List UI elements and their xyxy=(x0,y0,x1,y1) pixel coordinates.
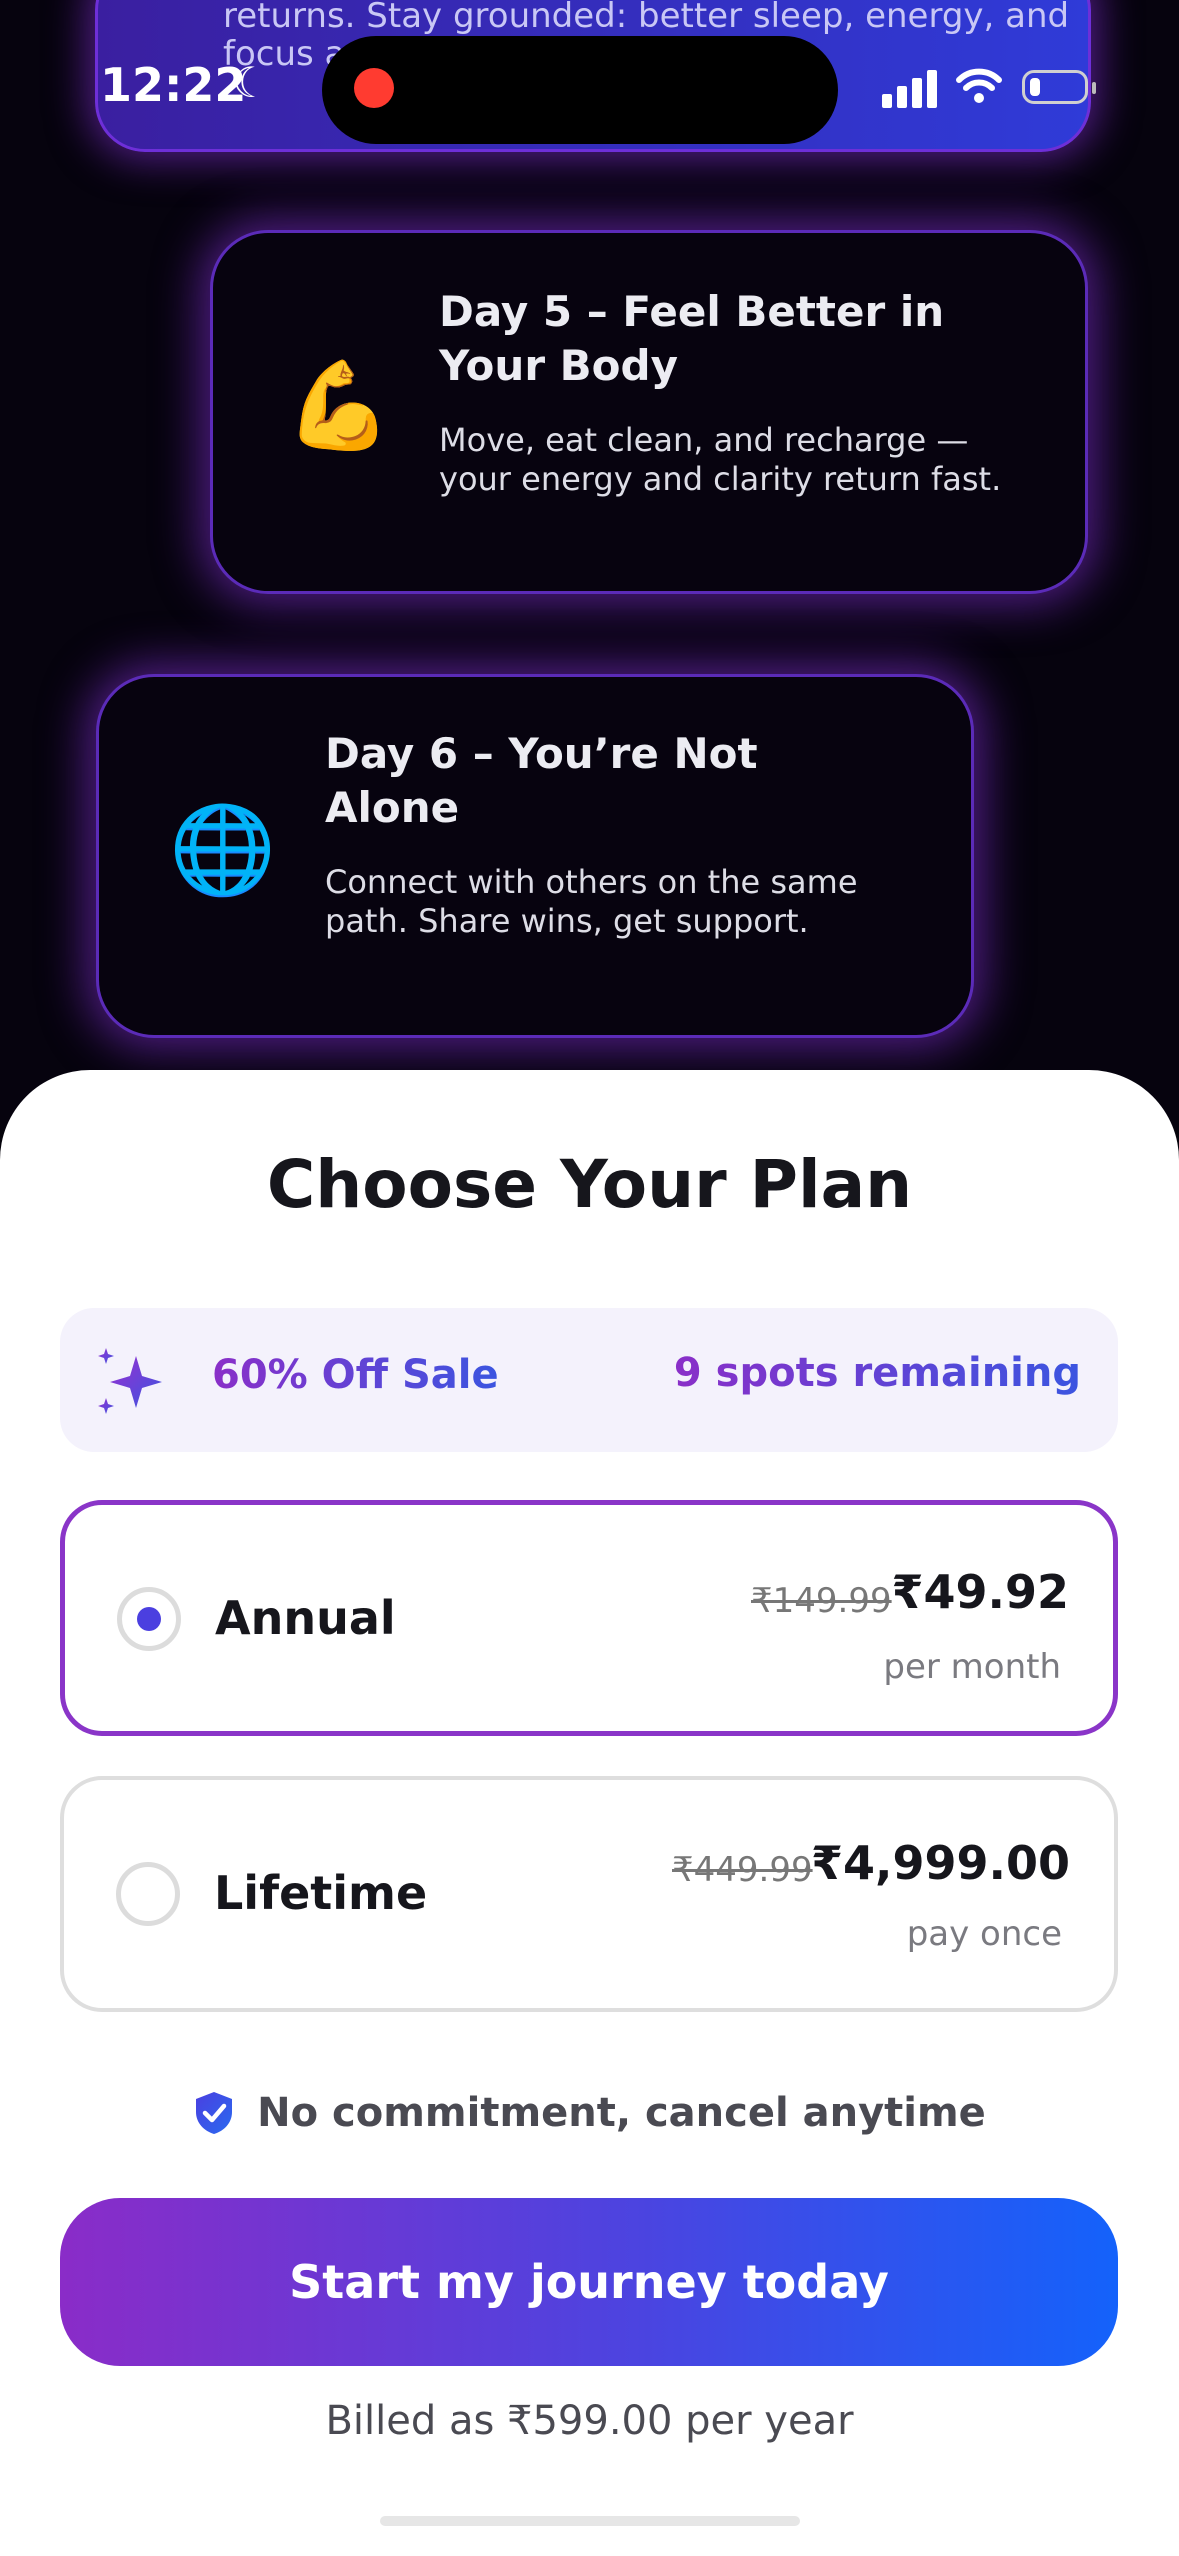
plan-option-annual[interactable]: Annual ₹149.99 ₹49.92 per month xyxy=(60,1500,1118,1736)
shield-check-icon xyxy=(196,2092,233,2134)
original-price: ₹449.99 xyxy=(672,1850,813,1890)
commitment-note: No commitment, cancel anytime xyxy=(0,2090,1179,2140)
home-indicator[interactable] xyxy=(380,2516,800,2526)
page-title: Choose Your Plan xyxy=(266,1146,913,1223)
dynamic-island xyxy=(322,36,838,144)
sale-label: 60% Off Sale xyxy=(212,1352,499,1398)
plan-price: ₹49.92 xyxy=(891,1565,1069,1619)
plan-option-lifetime[interactable]: Lifetime ₹449.99 ₹4,999.00 pay once xyxy=(60,1776,1118,2012)
flexed-biceps-icon: 💪 xyxy=(285,356,393,456)
battery-tip xyxy=(1092,82,1096,94)
radio-selected[interactable] xyxy=(117,1587,181,1651)
battery-icon xyxy=(1022,70,1088,104)
status-time: 12:22 xyxy=(100,58,247,112)
radio-unselected[interactable] xyxy=(116,1862,180,1926)
spots-remaining: 9 spots remaining xyxy=(673,1350,1081,1396)
plan-name: Annual xyxy=(215,1591,396,1645)
timeline-card-title: Day 5 – Feel Better in Your Body xyxy=(439,287,945,390)
recording-indicator-icon xyxy=(354,68,394,108)
start-journey-button[interactable]: Start my journey today xyxy=(60,2198,1118,2366)
timeline-card-day6: 🌐 Day 6 – You’re Not Alone Connect with … xyxy=(96,674,974,1038)
timeline-card-text: Connect with others on the same path. Sh… xyxy=(325,863,858,940)
billing-note: Billed as ₹599.00 per year xyxy=(325,2398,854,2444)
plan-name: Lifetime xyxy=(214,1866,428,1920)
cta-label: Start my journey today xyxy=(289,2255,889,2309)
plan-price: ₹4,999.00 xyxy=(811,1836,1070,1890)
sparkle-icon xyxy=(98,1348,162,1414)
wifi-icon xyxy=(956,68,1002,103)
cellular-signal-icon xyxy=(882,68,942,108)
timeline-card-day5: 💪 Day 5 – Feel Better in Your Body Move,… xyxy=(210,230,1088,594)
moon-icon: ☾ xyxy=(232,58,270,107)
price-period: per month xyxy=(883,1647,1061,1687)
timeline-card-title: Day 6 – You’re Not Alone xyxy=(325,729,758,832)
globe-icon: 🌐 xyxy=(169,800,277,900)
price-period: pay once xyxy=(906,1914,1062,1954)
status-bar: 12:22 ☾ xyxy=(0,0,1179,180)
commitment-text: No commitment, cancel anytime xyxy=(257,2090,986,2136)
original-price: ₹149.99 xyxy=(751,1581,892,1621)
timeline-card-text: Move, eat clean, and recharge — your ene… xyxy=(439,421,1002,498)
